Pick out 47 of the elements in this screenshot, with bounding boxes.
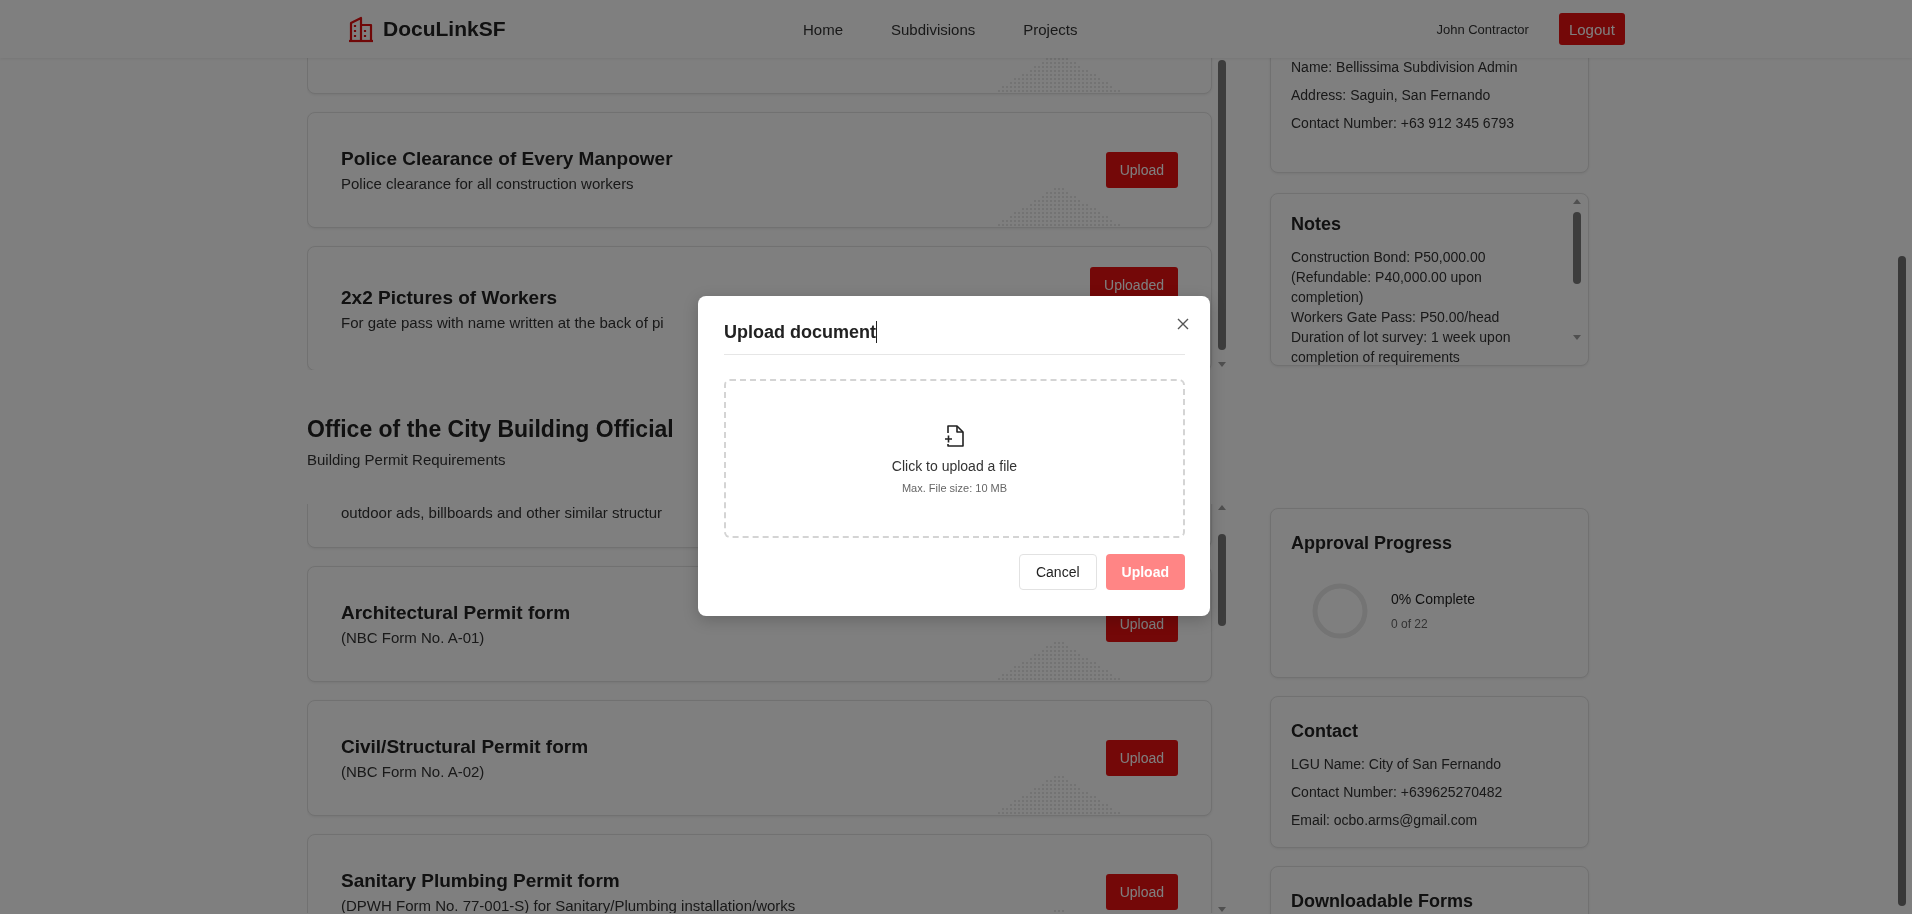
note-text: Construction Bond: P50,000.00 (Refundable: P40,000.00 upon completion) — [1291, 248, 1487, 307]
contact-text: Contact Number: +639625270482 — [1291, 783, 1504, 802]
requirement-title: Police Clearance of Every Manpower — [341, 148, 674, 170]
app-logo-text[interactable]: DocuLinkSF — [383, 17, 506, 41]
info-text: Address: Saguin, San Fernando — [1291, 86, 1492, 105]
requirement-title: 2x2 Pictures of Workers — [341, 286, 559, 309]
progress-percent: 0% Complete — [1391, 591, 1476, 607]
info-text: Contact Number: +63 912 345 6793 — [1291, 114, 1515, 133]
note-text: Workers Gate Pass: P50.00/head — [1291, 308, 1501, 327]
requirement-description: For gate pass with name written at the back of pi — [341, 313, 665, 331]
progress-count: 0 of 22 — [1391, 617, 1429, 631]
card-heading: Notes — [1291, 214, 1342, 235]
user-name: John Contractor — [1436, 21, 1529, 37]
contact-text: LGU Name: City of San Fernando — [1291, 755, 1503, 774]
drop-label: Click to upload a file — [891, 457, 1018, 474]
card-heading: Downloadable Forms — [1291, 891, 1475, 912]
requirement-title: Civil/Structural Permit form — [341, 736, 590, 758]
upload-button[interactable]: Upload — [1105, 874, 1178, 910]
contact-text: Email: ocbo.arms@gmail.com — [1291, 811, 1479, 830]
upload-button[interactable]: Upload — [1105, 152, 1178, 188]
close-icon — [1177, 318, 1189, 330]
card-heading: Approval Progress — [1291, 533, 1454, 554]
note-text: Duration of lot survey: 1 week upon completion of requirements — [1291, 328, 1512, 365]
text-cursor — [876, 321, 877, 343]
dialog-title: Upload document — [724, 321, 876, 343]
nav-link[interactable]: Projects — [1023, 20, 1078, 38]
nav-link[interactable]: Subdivisions — [891, 20, 976, 38]
upload-button[interactable]: Upload — [1105, 554, 1185, 590]
requirement-description: (NBC Form No. A-01) — [341, 629, 486, 646]
file-drop-zone[interactable]: Click to upload a file Max. File size: 10 MB — [724, 379, 1185, 538]
file-plus-icon — [943, 423, 966, 448]
requirement-description: Police clearance for all construction workers — [341, 175, 635, 192]
card-heading: Contact — [1291, 721, 1359, 742]
close-button[interactable] — [1175, 316, 1191, 332]
cancel-button[interactable]: Cancel — [1018, 554, 1097, 590]
requirement-title: Architectural Permit form — [341, 602, 572, 624]
logout-button[interactable]: Logout — [1558, 13, 1625, 45]
upload-button[interactable]: Upload — [1105, 740, 1178, 776]
info-text: Name: Bellissima Subdivision Admin — [1291, 58, 1519, 77]
building-icon — [347, 15, 375, 43]
requirement-description: (NBC Form No. A-02) — [341, 763, 486, 780]
section-heading: Office of the City Building Official — [307, 416, 674, 443]
drop-hint: Max. File size: 10 MB — [901, 481, 1008, 494]
requirement-title: Sanitary Plumbing Permit form — [341, 870, 621, 892]
section-subheading: Building Permit Requirements — [307, 451, 506, 468]
nav-link[interactable]: Home — [803, 20, 843, 38]
requirement-description: outdoor ads, billboards and other similar structur — [341, 504, 663, 521]
